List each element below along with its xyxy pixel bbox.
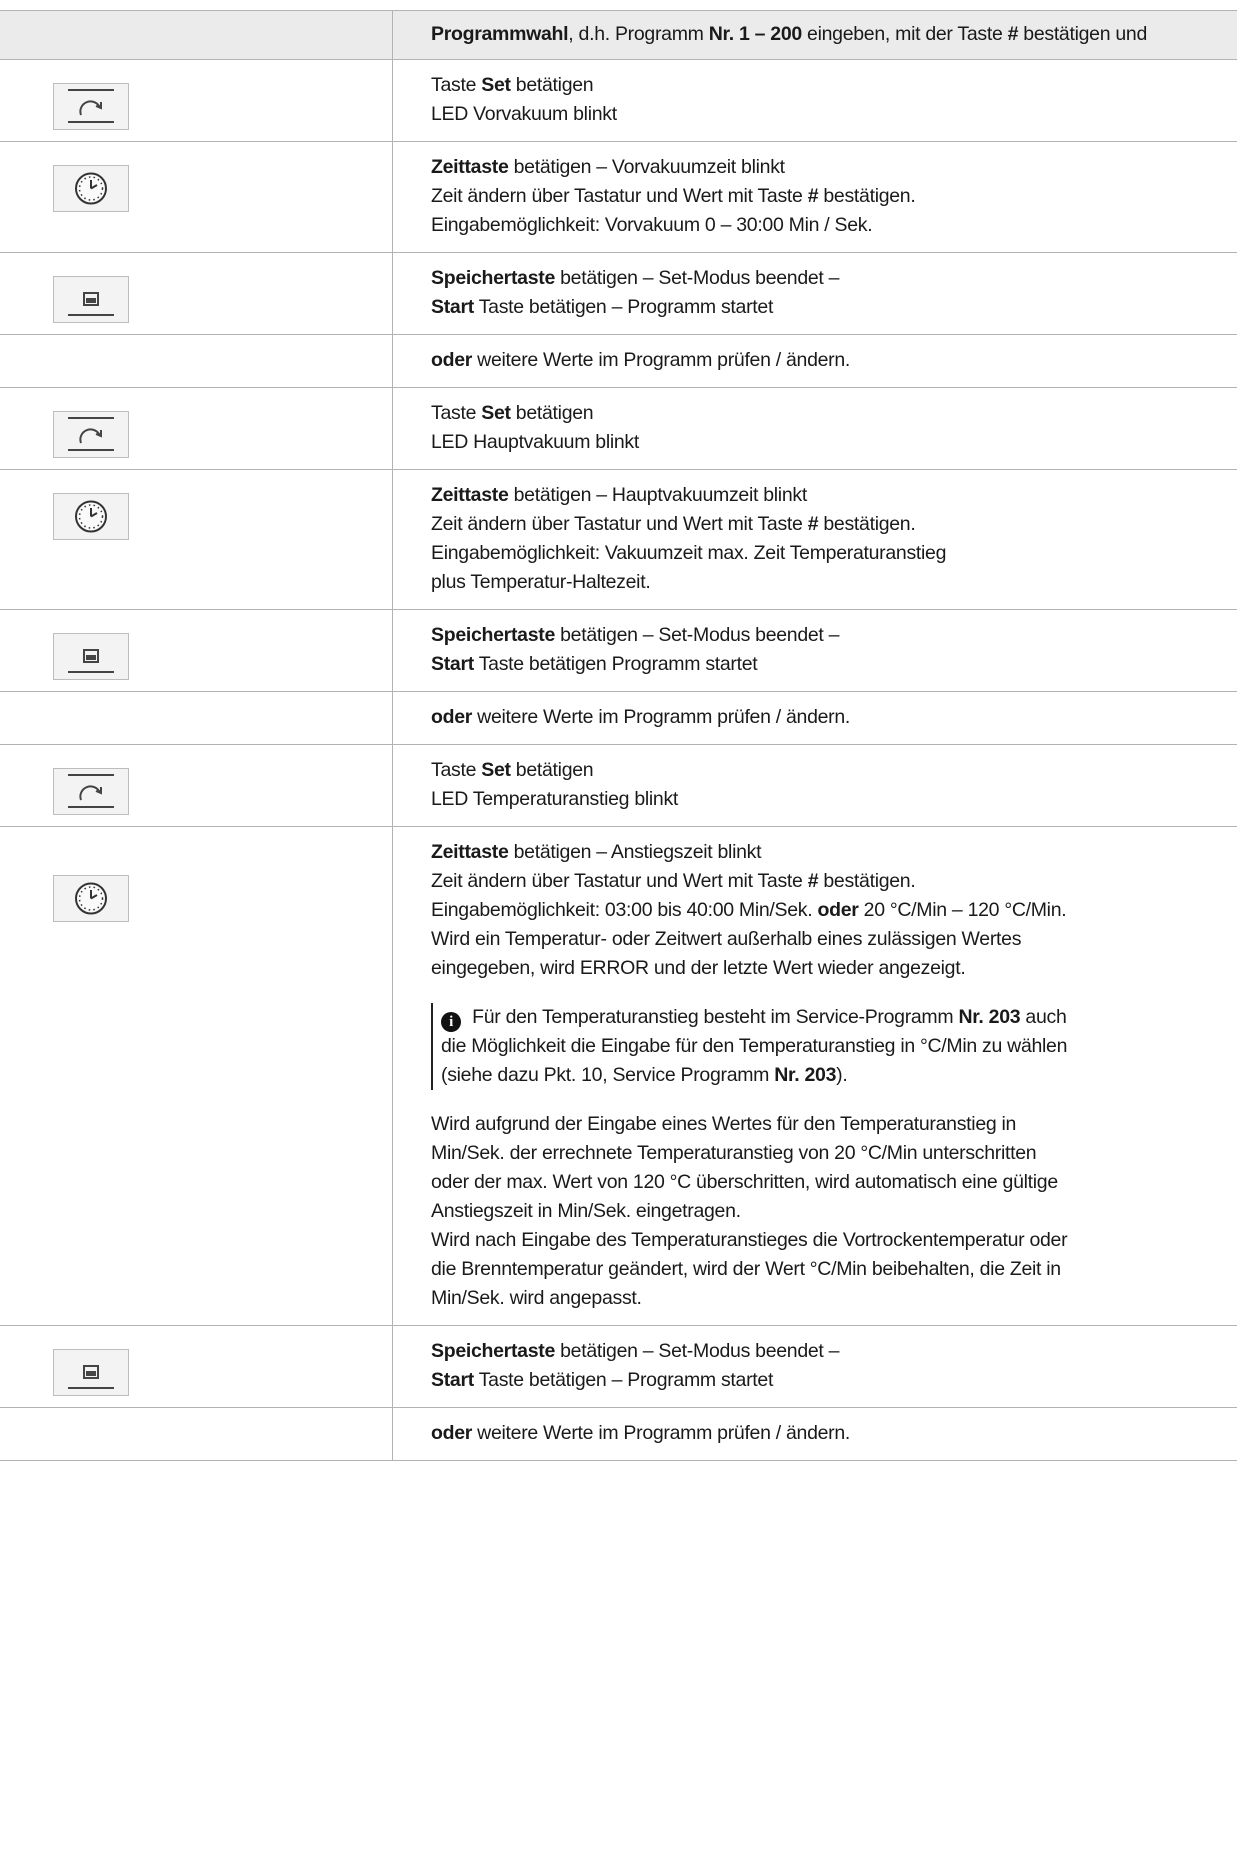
instruction-line: oder weitere Werte im Programm prüfen / …: [431, 349, 851, 371]
instruction-text-cell: Speichertaste betätigen – Set-Modus been…: [392, 609, 1237, 692]
instruction-text-cell: Zeittaste betätigen – Anstiegszeit blink…: [392, 826, 1237, 1326]
table-row: Zeittaste betätigen – Anstiegszeit blink…: [0, 826, 1237, 1326]
instruction-text-cell: oder weitere Werte im Programm prüfen / …: [392, 1407, 1237, 1461]
explanation-line: Wird aufgrund der Eingabe eines Wertes f…: [431, 1113, 1017, 1135]
instruction-line: Zeit ändern über Tastatur und Wert mit T…: [431, 185, 916, 207]
instruction-page: Programmwahl, d.h. Programm Nr. 1 – 200 …: [0, 0, 1237, 1869]
table-row: oder weitere Werte im Programm prüfen / …: [0, 1407, 1237, 1461]
icon-cell: [0, 387, 393, 470]
header-icon-cell: [0, 10, 393, 60]
header-subtitle-line: d.h. Programm Nr. 1 – 200 eingeben, mit …: [578, 23, 1148, 45]
instruction-line: Taste Set betätigen: [431, 402, 594, 424]
icon-cell: [0, 1407, 393, 1461]
table-row: Zeittaste betätigen – Vorvakuumzeit blin…: [0, 141, 1237, 253]
instruction-line: Start Taste betätigen – Programm startet: [431, 296, 774, 318]
instruction-line: Eingabemöglichkeit: Vorvakuum 0 – 30:00 …: [431, 214, 873, 236]
instruction-line: Start Taste betätigen Programm startet: [431, 653, 758, 675]
instruction-text-cell: Speichertaste betätigen – Set-Modus been…: [392, 1325, 1237, 1408]
instruction-text-cell: Zeittaste betätigen – Vorvakuumzeit blin…: [392, 141, 1237, 253]
icon-cell: [0, 141, 393, 253]
icon-cell: [0, 252, 393, 335]
clock-key-icon: [53, 165, 129, 212]
instruction-line: Speichertaste betätigen – Set-Modus been…: [431, 1340, 840, 1362]
instruction-line: Speichertaste betätigen – Set-Modus been…: [431, 267, 840, 289]
instruction-line: LED Vorvakuum blinkt: [431, 103, 617, 125]
save-key-icon: [53, 276, 129, 323]
instruction-line: oder weitere Werte im Programm prüfen / …: [431, 706, 851, 728]
explanation-line: oder der max. Wert von 120 °C überschrit…: [431, 1171, 1058, 1193]
instruction-text-cell: Taste Set betätigen LED Hauptvakuum blink…: [392, 387, 1237, 470]
table-row: oder weitere Werte im Programm prüfen / …: [0, 334, 1237, 388]
icon-cell: [0, 59, 393, 142]
explanation-line: Min/Sek. der errechnete Temperaturanstie…: [431, 1142, 1037, 1164]
clock-key-icon: [53, 493, 129, 540]
set-key-icon: [53, 83, 129, 130]
header-title-line: Programmwahl,: [431, 23, 574, 45]
icon-cell: [0, 609, 393, 692]
instruction-text-cell: Speichertaste betätigen – Set-Modus been…: [392, 252, 1237, 335]
instruction-text-cell: Taste Set betätigen LED Vorvakuum blinkt: [392, 59, 1237, 142]
instruction-text-cell: Zeittaste betätigen – Hauptvakuumzeit bl…: [392, 469, 1237, 610]
instruction-text-cell: oder weitere Werte im Programm prüfen / …: [392, 691, 1237, 745]
instruction-line: oder weitere Werte im Programm prüfen / …: [431, 1422, 851, 1444]
instruction-line: Taste Set betätigen: [431, 74, 594, 96]
icon-cell: [0, 469, 393, 610]
save-key-icon: [53, 633, 129, 680]
info-note-line: i Für den Temperaturanstieg besteht im S…: [441, 1003, 1237, 1032]
table-header-row: Programmwahl, d.h. Programm Nr. 1 – 200 …: [0, 10, 1237, 60]
info-note: i Für den Temperaturanstieg besteht im S…: [431, 1003, 1237, 1090]
table-row: Zeittaste betätigen – Hauptvakuumzeit bl…: [0, 469, 1237, 610]
table-row: Speichertaste betätigen – Set-Modus been…: [0, 609, 1237, 692]
instruction-line: Zeittaste betätigen – Anstiegszeit blink…: [431, 841, 762, 863]
table-row: Speichertaste betätigen – Set-Modus been…: [0, 252, 1237, 335]
instruction-line: Zeittaste betätigen – Hauptvakuumzeit bl…: [431, 484, 807, 506]
clock-key-icon: [53, 875, 129, 922]
instruction-line: Zeit ändern über Tastatur und Wert mit T…: [431, 513, 916, 535]
explanation-line: Wird nach Eingabe des Temperaturanstiege…: [431, 1229, 1068, 1251]
icon-cell: [0, 691, 393, 745]
table-row: Speichertaste betätigen – Set-Modus been…: [0, 1325, 1237, 1408]
header-title: Programmwahl: [431, 23, 569, 45]
instruction-line: Zeittaste betätigen – Vorvakuumzeit blin…: [431, 156, 785, 178]
instruction-text-cell: oder weitere Werte im Programm prüfen / …: [392, 334, 1237, 388]
table-row: Taste Set betätigen LED Vorvakuum blinkt: [0, 59, 1237, 142]
explanation-line: Min/Sek. wird angepasst.: [431, 1287, 642, 1309]
instruction-table: Programmwahl, d.h. Programm Nr. 1 – 200 …: [0, 10, 1237, 1461]
instruction-line: Zeit ändern über Tastatur und Wert mit T…: [431, 870, 916, 892]
info-note-line: die Möglichkeit die Eingabe für den Temp…: [441, 1035, 1068, 1057]
set-key-icon: [53, 768, 129, 815]
icon-cell: [0, 744, 393, 827]
icon-cell: [0, 334, 393, 388]
table-row: Taste Set betätigen LED Hauptvakuum blink…: [0, 387, 1237, 470]
instruction-line: Eingabemöglichkeit: Vakuumzeit max. Zeit…: [431, 542, 947, 564]
explanation-line: Anstiegszeit in Min/Sek. eingetragen.: [431, 1200, 741, 1222]
instruction-line: Start Taste betätigen – Programm startet: [431, 1369, 774, 1391]
instruction-line: LED Temperaturanstieg blinkt: [431, 788, 679, 810]
explanation-line: die Brenntemperatur geändert, wird der W…: [431, 1258, 1061, 1280]
save-key-icon: [53, 1349, 129, 1396]
table-row: oder weitere Werte im Programm prüfen / …: [0, 691, 1237, 745]
icon-cell: [0, 826, 393, 1326]
table-row: Taste Set betätigen LED Temperaturanstieg…: [0, 744, 1237, 827]
icon-cell: [0, 1325, 393, 1408]
header-text-cell: Programmwahl, d.h. Programm Nr. 1 – 200 …: [392, 10, 1237, 60]
info-icon: i: [441, 1012, 461, 1032]
instruction-line: Taste Set betätigen: [431, 759, 594, 781]
instruction-line: eingegeben, wird ERROR und der letzte We…: [431, 957, 966, 979]
instruction-line: Speichertaste betätigen – Set-Modus been…: [431, 624, 840, 646]
instruction-line: plus Temperatur-Haltezeit.: [431, 571, 651, 593]
instruction-line: Wird ein Temperatur- oder Zeitwert außer…: [431, 928, 1022, 950]
instruction-line: LED Hauptvakuum blinkt: [431, 431, 640, 453]
explanation-paragraph: Wird aufgrund der Eingabe eines Wertes f…: [431, 1110, 1237, 1313]
instruction-text-cell: Taste Set betätigen LED Temperaturanstieg…: [392, 744, 1237, 827]
set-key-icon: [53, 411, 129, 458]
instruction-line: Eingabemöglichkeit: 03:00 bis 40:00 Min/…: [431, 899, 1067, 921]
info-note-line: (siehe dazu Pkt. 10, Service Programm Nr…: [441, 1064, 848, 1086]
